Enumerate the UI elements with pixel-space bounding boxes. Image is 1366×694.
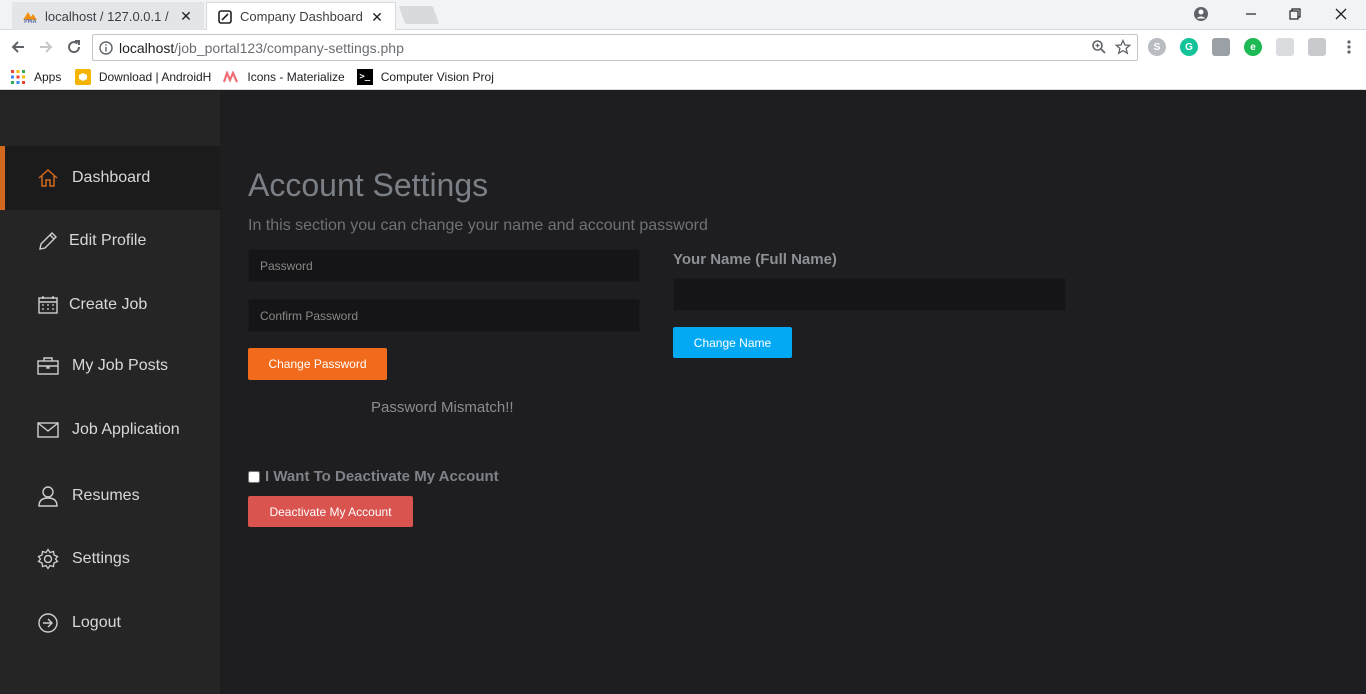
close-window-icon[interactable] [1318,0,1364,28]
sidebar-item-my-job-posts[interactable]: My Job Posts [0,334,220,398]
menu-icon[interactable] [1338,36,1360,58]
bookmark-androidhive[interactable]: Download | AndroidH [75,68,211,85]
minimize-icon[interactable] [1228,0,1274,28]
extension-icon[interactable]: e [1244,38,1262,56]
forward-icon[interactable] [35,36,57,58]
extension-icon[interactable] [1276,38,1294,56]
sidebar-item-job-application[interactable]: Job Application [0,398,220,462]
url-path: /job_portal123/company-settings.php [174,39,404,56]
svg-text:PMA: PMA [24,19,37,24]
gear-icon [37,548,59,570]
password-input[interactable] [248,249,640,282]
password-mismatch-message: Password Mismatch!! [371,399,514,416]
bookmarks-bar: Apps Download | AndroidH Icons - Materia… [0,64,1366,90]
main-content: Account Settings In this section you can… [220,91,1366,694]
sidebar: Dashboard Edit Profile Create Job My Job… [0,91,220,694]
bookmark-apps[interactable]: Apps [10,69,61,85]
home-icon [37,167,59,189]
deactivate-checkbox[interactable] [248,470,260,483]
page-icon [217,9,233,25]
address-bar[interactable]: localhost/job_portal123/company-settings… [92,34,1138,61]
info-icon[interactable] [93,40,119,55]
close-icon[interactable]: ✕ [178,8,194,24]
sidebar-item-settings[interactable]: Settings [0,527,220,591]
zoom-icon[interactable] [1091,39,1107,60]
page-subtitle: In this section you can change your name… [248,217,708,234]
change-password-button[interactable]: Change Password [248,348,387,380]
full-name-input[interactable] [673,278,1066,311]
phpmyadmin-icon: PMA [22,8,38,24]
sidebar-item-logout[interactable]: Logout [0,591,220,655]
profile-icon[interactable] [1178,0,1224,28]
pencil-icon [37,230,59,252]
deactivate-account-button[interactable]: Deactivate My Account [248,496,413,527]
url-host: localhost [119,39,175,56]
sidebar-item-create-job[interactable]: Create Job [0,273,220,337]
terminal-icon: >_ [356,68,373,85]
browser-tabstrip: PMA localhost / 127.0.0.1 / job ✕ Compan… [0,0,1366,30]
back-icon[interactable] [7,36,29,58]
bookmark-materialize[interactable]: Icons - Materialize [223,69,345,85]
extension-icon[interactable] [1308,38,1326,56]
sidebar-item-resumes[interactable]: Resumes [0,464,220,528]
briefcase-icon [37,355,59,377]
sidebar-item-edit-profile[interactable]: Edit Profile [0,209,220,273]
extension-icon[interactable] [1212,38,1230,56]
browser-toolbar: localhost/job_portal123/company-settings… [0,30,1366,64]
grammarly-extension-icon[interactable]: G [1180,38,1198,56]
user-icon [37,485,59,507]
close-icon[interactable]: ✕ [369,9,385,25]
deactivate-checkbox-row: I Want To Deactivate My Account [248,468,499,485]
browser-tab-company-dashboard[interactable]: Company Dashboard ✕ [206,2,396,30]
new-tab-button[interactable] [398,6,440,24]
android-hive-icon [75,68,91,85]
change-name-button[interactable]: Change Name [673,327,792,358]
bookmark-computer-vision[interactable]: >_ Computer Vision Proj [356,68,497,85]
reload-icon[interactable] [63,36,85,58]
sidebar-item-dashboard[interactable]: Dashboard [0,146,220,210]
page-title: Account Settings [248,167,489,203]
envelope-icon [37,419,59,441]
deactivate-checkbox-label[interactable]: I Want To Deactivate My Account [265,468,499,485]
logout-icon [37,612,59,634]
materialize-icon [223,69,239,85]
calendar-icon [37,294,59,316]
browser-tab-phpmyadmin[interactable]: PMA localhost / 127.0.0.1 / job ✕ [12,2,204,30]
bookmark-star-icon[interactable] [1114,38,1132,60]
confirm-password-input[interactable] [248,299,640,332]
apps-grid-icon [10,69,26,85]
full-name-label: Your Name (Full Name) [673,251,837,268]
skype-extension-icon[interactable]: S [1148,38,1166,56]
restore-icon[interactable] [1272,0,1318,28]
